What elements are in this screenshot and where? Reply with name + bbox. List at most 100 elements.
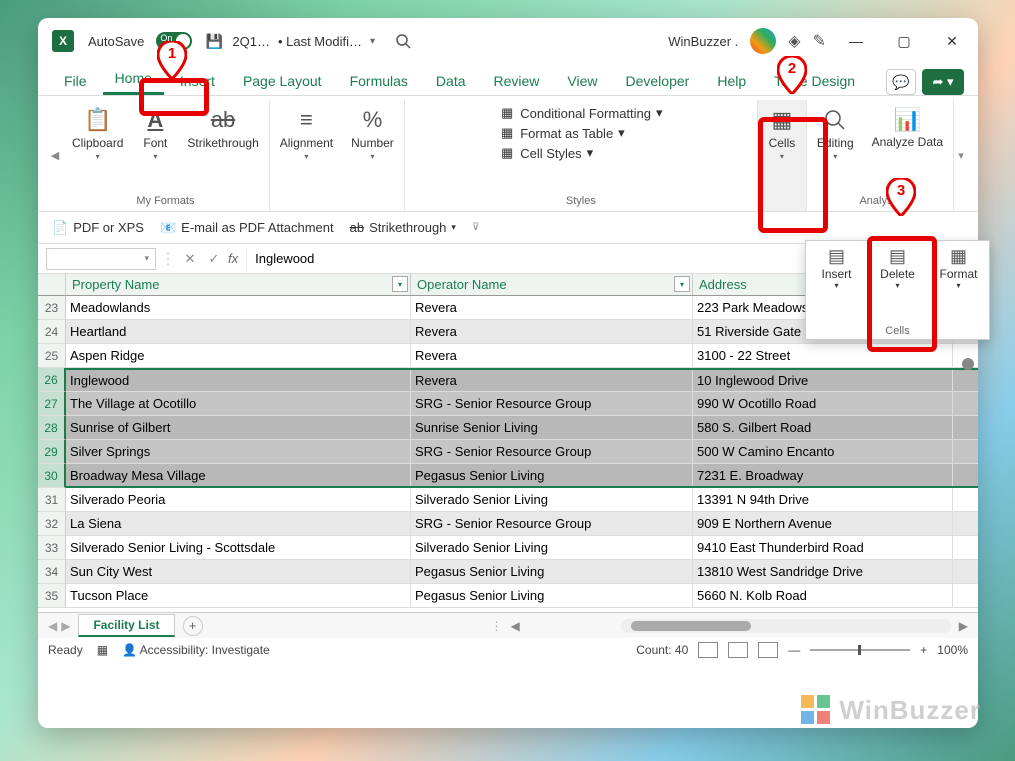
row-header[interactable]: 26 [38,368,66,392]
cell[interactable]: Sun City West [66,560,411,583]
table-row[interactable]: Aspen RidgeRevera3100 - 22 Street [66,344,978,368]
macro-icon[interactable]: ▦ [97,643,108,657]
zoom-slider[interactable] [810,649,910,651]
row-header[interactable]: 34 [38,560,66,584]
table-row[interactable]: La SienaSRG - Senior Resource Group909 E… [66,512,978,536]
cell[interactable]: 909 E Northern Avenue [693,512,953,535]
conditional-formatting-button[interactable]: ▦Conditional Formatting ▾ [495,104,666,122]
row-header[interactable]: 30 [38,464,66,488]
row-header[interactable]: 35 [38,584,66,608]
email-pdf-button[interactable]: 📧E-mail as PDF Attachment [160,220,334,236]
qa-customize-button[interactable]: ⊽ [472,222,479,233]
cell[interactable]: Silver Springs [66,440,411,463]
wand-icon[interactable]: ✎ [813,31,826,51]
hscroll-left-icon[interactable]: ◀ [511,619,520,633]
row-header[interactable]: 32 [38,512,66,536]
horizontal-scrollbar[interactable] [621,619,951,633]
comments-button[interactable]: 💬 [886,69,916,95]
pdf-xps-button[interactable]: 📄PDF or XPS [52,220,144,236]
alignment-button[interactable]: ≡ Alignment▾ [274,104,339,163]
table-row[interactable]: The Village at OcotilloSRG - Senior Reso… [66,392,978,416]
accept-formula-button[interactable]: ✓ [204,249,224,269]
filename[interactable]: 2Q1… [232,34,270,49]
qa-strikethrough-button[interactable]: abStrikethrough ▾ [350,220,456,235]
cell[interactable]: Silverado Senior Living [411,488,693,511]
page-break-view-button[interactable] [758,642,778,658]
cells-button[interactable]: ▦ Cells▾ [762,104,802,163]
premium-icon[interactable]: ◈ [788,31,800,51]
tab-developer[interactable]: Developer [614,69,702,95]
sheet-prev-icon[interactable]: ◀ [48,619,57,633]
editing-button[interactable]: Editing▾ [811,104,860,163]
row-header[interactable]: 25 [38,344,66,368]
row-header[interactable]: 33 [38,536,66,560]
cell[interactable]: Silverado Peoria [66,488,411,511]
cell[interactable]: Heartland [66,320,411,343]
tab-insert[interactable]: Insert [168,69,227,95]
cell[interactable]: Aspen Ridge [66,344,411,367]
cell[interactable]: 13391 N 94th Drive [693,488,953,511]
format-cells-button[interactable]: ▦Format▾ [931,243,986,323]
cell[interactable]: SRG - Senior Resource Group [411,392,693,415]
cell[interactable]: Revera [411,296,693,319]
cell[interactable]: Sunrise of Gilbert [66,416,411,439]
cell[interactable]: Silverado Senior Living [411,536,693,559]
cell[interactable]: Revera [411,370,693,391]
cancel-formula-button[interactable]: ✕ [180,249,200,269]
header-property-name[interactable]: Property Name▾ [66,274,411,295]
table-row[interactable]: InglewoodRevera10 Inglewood Drive [66,368,978,392]
page-layout-view-button[interactable] [728,642,748,658]
cell[interactable]: 5660 N. Kolb Road [693,584,953,607]
search-icon[interactable] [393,31,413,51]
row-header[interactable]: 29 [38,440,66,464]
tab-view[interactable]: View [555,69,609,95]
format-as-table-button[interactable]: ▦Format as Table ▾ [495,124,666,142]
tab-data[interactable]: Data [424,69,478,95]
cell[interactable]: 9410 East Thunderbird Road [693,536,953,559]
zoom-out-button[interactable]: — [788,643,800,657]
cell[interactable]: 7231 E. Broadway [693,464,953,486]
insert-cells-button[interactable]: ▤Insert▾ [809,243,864,323]
table-row[interactable]: Sunrise of GilbertSunrise Senior Living5… [66,416,978,440]
dropdown-caret-icon[interactable]: ▾ [370,36,375,47]
sheet-tab-facility-list[interactable]: Facility List [78,614,174,637]
clipboard-button[interactable]: 📋 Clipboard▾ [66,104,129,163]
row-header[interactable]: 23 [38,296,66,320]
analyze-data-button[interactable]: 📊 Analyze Data [866,104,949,151]
cell[interactable]: The Village at Ocotillo [66,392,411,415]
cell[interactable]: 3100 - 22 Street [693,344,953,367]
fx-icon[interactable]: fx [228,251,238,266]
last-modified[interactable]: • Last Modifi… [278,34,362,49]
share-button[interactable]: ➦ ▾ [922,69,964,95]
font-button[interactable]: A Font▾ [135,104,175,163]
row-header[interactable]: 24 [38,320,66,344]
maximize-button[interactable]: ▢ [886,23,922,59]
number-button[interactable]: % Number▾ [345,104,400,163]
close-button[interactable]: ✕ [934,23,970,59]
cell[interactable]: Revera [411,344,693,367]
cell[interactable]: 990 W Ocotillo Road [693,392,953,415]
filter-dropdown-icon[interactable]: ▾ [674,276,690,292]
cell[interactable]: Silverado Senior Living - Scottsdale [66,536,411,559]
table-row[interactable]: Silver SpringsSRG - Senior Resource Grou… [66,440,978,464]
cell[interactable]: Pegasus Senior Living [411,584,693,607]
select-all-corner[interactable] [38,274,66,296]
tab-formulas[interactable]: Formulas [338,69,420,95]
cell-styles-button[interactable]: ▦Cell Styles ▾ [495,144,666,162]
tab-page-layout[interactable]: Page Layout [231,69,334,95]
row-header[interactable]: 27 [38,392,66,416]
table-row[interactable]: Tucson PlacePegasus Senior Living5660 N.… [66,584,978,608]
strikethrough-button[interactable]: ab Strikethrough [181,104,264,152]
cell[interactable]: Tucson Place [66,584,411,607]
add-sheet-button[interactable]: + [183,616,203,636]
row-header[interactable]: 28 [38,416,66,440]
header-operator-name[interactable]: Operator Name▾ [411,274,693,295]
accessibility-status[interactable]: 👤 Accessibility: Investigate [122,643,270,657]
filter-dropdown-icon[interactable]: ▾ [392,276,408,292]
ribbon-scroll-left-icon[interactable]: ◀ [48,100,62,211]
cell[interactable]: 500 W Camino Encanto [693,440,953,463]
ribbon-collapse-icon[interactable]: ▾ [954,100,968,211]
tab-review[interactable]: Review [482,69,552,95]
table-row[interactable]: Silverado PeoriaSilverado Senior Living1… [66,488,978,512]
user-avatar-icon[interactable] [750,28,776,54]
